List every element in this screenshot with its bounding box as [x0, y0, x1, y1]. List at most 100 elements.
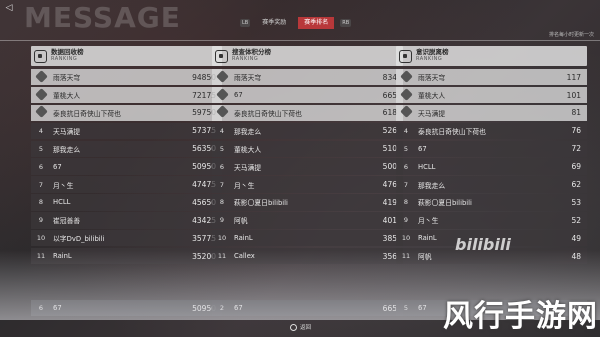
player-score: 76	[571, 126, 581, 136]
rank-number: 8	[38, 198, 44, 207]
board-icon	[34, 49, 47, 63]
player-name: 天马满提	[234, 163, 262, 172]
back-arrow-icon[interactable]: ◁	[2, 2, 16, 14]
player-score: 101	[566, 90, 581, 100]
ranking-row[interactable]: 5 那我走么 56350	[31, 140, 222, 157]
ranking-row[interactable]: 4 泰良抗日奇侠山下荷也 76	[396, 122, 587, 140]
ranking-row[interactable]: 7 月丶生 47475	[31, 176, 222, 193]
player-name: 67	[418, 144, 427, 153]
ranking-row[interactable]: 10 RainL 385	[212, 230, 403, 247]
player-name: 67	[53, 162, 62, 171]
player-name: Callex	[234, 252, 255, 261]
header-divider	[0, 40, 600, 41]
board-subtitle: RANKING	[416, 56, 443, 62]
ranking-row[interactable]: 9 月丶生 52	[396, 212, 587, 229]
player-name: 天马满提	[418, 109, 446, 118]
board-header-text: 意识脱离榜 RANKING	[416, 49, 449, 63]
rank-number: 4	[403, 126, 409, 135]
ranking-row[interactable]: 5 67 72	[396, 140, 587, 157]
board-header-text: 数据回收榜 RANKING	[51, 49, 84, 63]
player-name: 阿帆	[234, 217, 248, 226]
player-name: 天马满提	[53, 127, 81, 136]
player-score: 52	[571, 215, 581, 225]
player-name: 那我走么	[53, 145, 81, 154]
ranking-row[interactable]: 5 董桃大人 510	[212, 140, 403, 157]
ranking-row[interactable]: 6 67 50950	[31, 158, 222, 175]
player-name: 董桃大人	[418, 92, 446, 101]
ranking-row[interactable]: 8 HCLL 45650	[31, 194, 222, 211]
player-name: 以字DvD_bilibili	[53, 235, 105, 244]
player-name: 董桃大人	[234, 145, 262, 154]
rank-number: 9	[38, 216, 44, 225]
own-player-name: 67	[53, 304, 62, 313]
rank-number: 8	[219, 198, 225, 207]
rank-number: 9	[403, 216, 409, 225]
ranking-row[interactable]: 雨落天穹 94850	[31, 69, 222, 86]
rank-number: 10	[401, 234, 411, 243]
circle-button-icon	[290, 323, 297, 331]
player-name: 那我走么	[418, 181, 446, 190]
ranking-row[interactable]: 9 崔冠善善 43425	[31, 212, 222, 229]
ranking-board-search-score: 搜查体积分榜 RANKING 雨落天穹 834 67 665 泰良抗日奇侠山下荷也 618 4 那…	[212, 46, 403, 317]
medal-icon	[34, 105, 48, 119]
player-name: HCLL	[418, 162, 436, 171]
rank-number: 7	[403, 180, 409, 189]
ranking-row[interactable]: 9 阿帆 401	[212, 212, 403, 229]
ranking-row[interactable]: 泰良抗日奇侠山下荷也 618	[212, 104, 403, 122]
rank-number: 7	[219, 180, 225, 189]
rank-number: 11	[36, 252, 46, 261]
board-header: 意识脱离榜 RANKING	[396, 46, 587, 66]
ranking-row[interactable]: 4 天马满提 57375	[31, 122, 222, 140]
ranking-row[interactable]: 雨落天穹 117	[396, 69, 587, 86]
rank-number: 5	[38, 144, 44, 153]
board-title: 数据回收榜	[51, 48, 84, 56]
player-name: 萩影〇夏日bilibili	[418, 199, 472, 208]
player-score: 48	[571, 251, 581, 261]
board-header: 数据回收榜 RANKING	[31, 46, 222, 66]
rank-number: 11	[401, 252, 411, 261]
board-icon	[399, 49, 412, 63]
rank-number: 6	[219, 162, 225, 171]
rank-number: 5	[403, 144, 409, 153]
player-score: 72	[571, 144, 581, 154]
ranking-row[interactable]: 10 以字DvD_bilibili 35775	[31, 230, 222, 247]
board-header: 搜查体积分榜 RANKING	[212, 46, 403, 66]
ranking-row[interactable]: 董桃大人 101	[396, 86, 587, 104]
medal-icon	[34, 69, 48, 83]
ranking-row[interactable]: 天马满提 81	[396, 104, 587, 122]
ranking-row[interactable]: 7 月丶生 476	[212, 176, 403, 193]
lb-key-hint: LB	[240, 19, 251, 27]
ranking-row[interactable]: 6 HCLL 69	[396, 158, 587, 175]
ranking-row[interactable]: 泰良抗日奇侠山下荷也 59750	[31, 104, 222, 122]
rank-number: 11	[217, 252, 227, 261]
player-name: 泰良抗日奇侠山下荷也	[234, 109, 302, 118]
player-name: 雨落天穹	[53, 74, 81, 83]
player-name: 董桃大人	[53, 92, 81, 101]
board-subtitle: RANKING	[51, 56, 78, 62]
medal-icon	[215, 105, 229, 119]
ranking-row[interactable]: 6 天马满提 500	[212, 158, 403, 175]
player-name: 雨落天穹	[234, 74, 262, 83]
medal-icon	[34, 87, 48, 101]
ranking-board-data-recovery: 数据回收榜 RANKING 雨落天穹 94850 董桃大人 72175 泰良抗日奇侠山下荷也…	[31, 46, 222, 317]
tab-season-rewards[interactable]: 赛季奖励	[256, 17, 292, 29]
top-bar: ◁ MESSAGE LB 赛季奖励 赛季排名 RB 排名每小时更新一次	[0, 0, 600, 38]
site-watermark: 风行手游网	[443, 299, 598, 334]
ranking-row[interactable]: 67 665	[212, 86, 403, 104]
footer-back-button[interactable]: 返回	[290, 323, 311, 331]
tab-season-ranking[interactable]: 赛季排名	[298, 17, 335, 29]
player-name: 月丶生	[418, 217, 439, 226]
ranking-row[interactable]: 8 萩影〇夏日bilibili 53	[396, 194, 587, 211]
ranking-list: 雨落天穹 94850 董桃大人 72175 泰良抗日奇侠山下荷也 59750 4 天马满提 5 7…	[31, 69, 222, 265]
ranking-row[interactable]: 8 萩影〇夏日bilibili 419	[212, 194, 403, 211]
ranking-row[interactable]: 董桃大人 72175	[31, 86, 222, 104]
player-name: RainL	[53, 252, 72, 261]
ranking-row[interactable]: 11 RainL 35200	[31, 247, 222, 265]
player-score: 69	[571, 162, 581, 172]
ranking-row[interactable]: 雨落天穹 834	[212, 69, 403, 86]
rank-number: 8	[403, 198, 409, 207]
ranking-row[interactable]: 7 那我走么 62	[396, 176, 587, 193]
ranking-row[interactable]: 4 那我走么 526	[212, 122, 403, 140]
ranking-row[interactable]: 11 Callex 356	[212, 247, 403, 265]
player-score: 49	[571, 233, 581, 243]
